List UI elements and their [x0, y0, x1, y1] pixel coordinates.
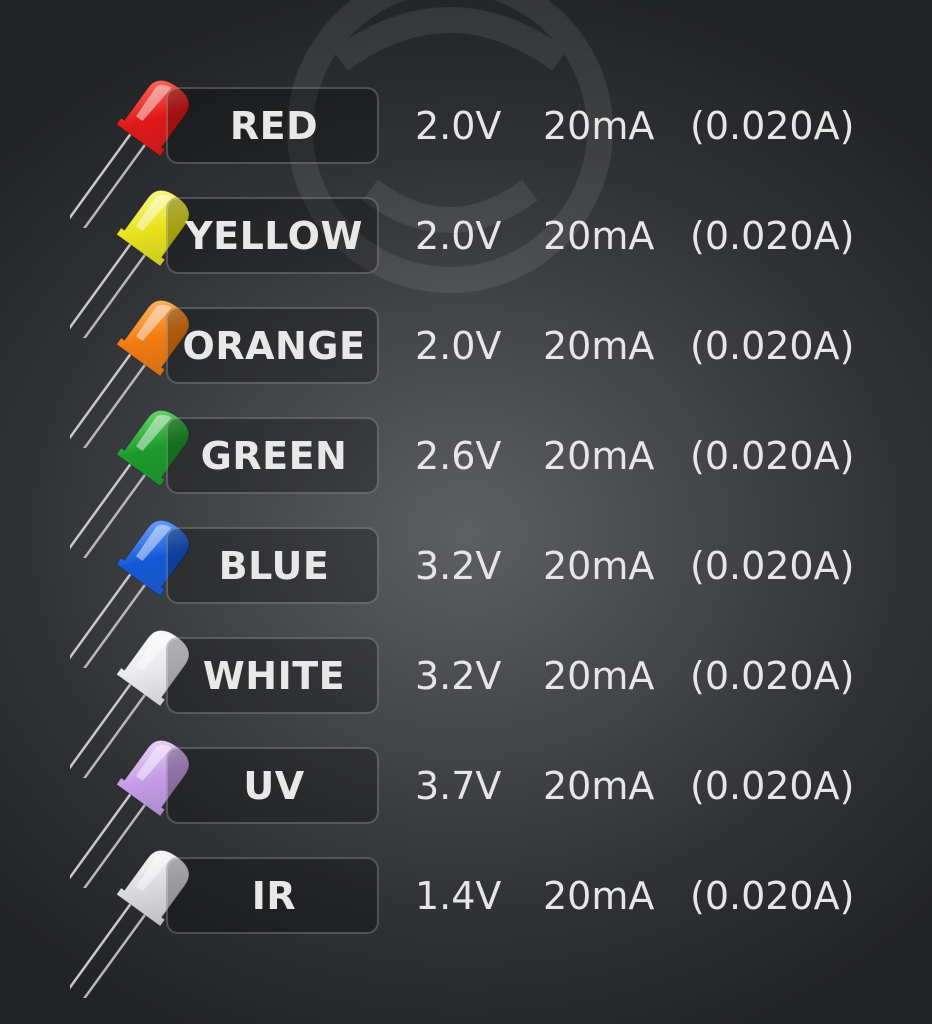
current-milliamps: 20mA: [543, 763, 655, 808]
color-name: GREEN: [200, 433, 348, 478]
current-milliamps: 20mA: [543, 873, 655, 918]
color-name: WHITE: [202, 653, 346, 698]
led-row-ir: IR 1.4V 20mA (0.020A): [0, 842, 932, 998]
forward-voltage: 2.0V: [415, 323, 502, 368]
led-row-red: RED 2.0V 20mA (0.020A): [0, 72, 932, 228]
color-name: YELLOW: [185, 213, 363, 258]
current-milliamps: 20mA: [543, 433, 655, 478]
led-row-uv: UV 3.7V 20mA (0.020A): [0, 732, 932, 888]
current-amps: (0.020A): [690, 763, 855, 808]
forward-voltage: 2.0V: [415, 103, 502, 148]
current-amps: (0.020A): [690, 433, 855, 478]
color-name: BLUE: [218, 543, 330, 588]
current-amps: (0.020A): [690, 103, 855, 148]
color-name: IR: [251, 873, 297, 918]
current-milliamps: 20mA: [543, 653, 655, 698]
led-row-white: WHITE 3.2V 20mA (0.020A): [0, 622, 932, 778]
color-name: RED: [229, 103, 319, 148]
forward-voltage: 2.0V: [415, 213, 502, 258]
color-name: UV: [243, 763, 305, 808]
led-row-blue: BLUE 3.2V 20mA (0.020A): [0, 512, 932, 668]
color-name: ORANGE: [182, 323, 366, 368]
current-milliamps: 20mA: [543, 323, 655, 368]
current-milliamps: 20mA: [543, 103, 655, 148]
led-row-yellow: YELLOW 2.0V 20mA (0.020A): [0, 182, 932, 338]
forward-voltage: 2.6V: [415, 433, 502, 478]
current-amps: (0.020A): [690, 653, 855, 698]
current-amps: (0.020A): [690, 543, 855, 588]
led-spec-list: RED 2.0V 20mA (0.020A) YELLOW 2.0V 20mA (0.020A…: [0, 72, 932, 998]
current-amps: (0.020A): [690, 213, 855, 258]
led-row-orange: ORANGE 2.0V 20mA (0.020A): [0, 292, 932, 448]
current-amps: (0.020A): [690, 323, 855, 368]
forward-voltage: 1.4V: [415, 873, 502, 918]
current-milliamps: 20mA: [543, 213, 655, 258]
current-milliamps: 20mA: [543, 543, 655, 588]
forward-voltage: 3.2V: [415, 653, 502, 698]
current-amps: (0.020A): [690, 873, 855, 918]
led-row-green: GREEN 2.6V 20mA (0.020A): [0, 402, 932, 558]
forward-voltage: 3.2V: [415, 543, 502, 588]
forward-voltage: 3.7V: [415, 763, 502, 808]
